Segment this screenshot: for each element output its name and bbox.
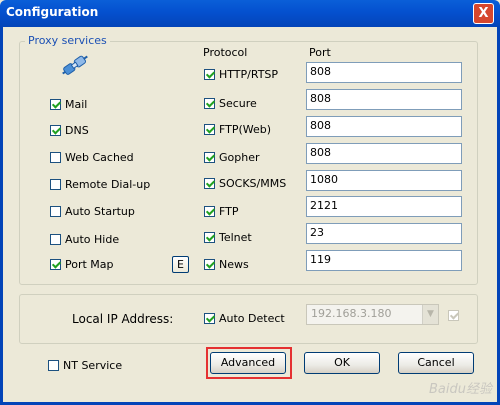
secure-label: Secure xyxy=(219,97,257,110)
port-header: Port xyxy=(309,46,331,59)
ftp-web-check-box[interactable] xyxy=(204,124,215,135)
chevron-down-icon[interactable]: ▼ xyxy=(422,305,438,324)
close-icon: X xyxy=(478,6,489,21)
ftp-check-box[interactable] xyxy=(204,206,215,217)
protocol-ftp-web-checkbox[interactable]: FTP(Web) xyxy=(204,123,271,136)
mail-check-box[interactable] xyxy=(50,99,61,110)
news-check-box[interactable] xyxy=(204,259,215,270)
port-input-secure[interactable]: 808 xyxy=(306,89,462,110)
port-input-socks-mms[interactable]: 1080 xyxy=(306,170,462,191)
ip-extra-checkbox[interactable] xyxy=(448,310,459,321)
auto-startup-label: Auto Startup xyxy=(65,205,135,218)
auto-detect-check-box[interactable] xyxy=(204,313,215,324)
local-ip-label: Local IP Address: xyxy=(72,312,174,326)
protocol-socks-mms-checkbox[interactable]: SOCKS/MMS xyxy=(204,177,286,190)
dns-label: DNS xyxy=(65,124,89,137)
port-map-label: Port Map xyxy=(65,258,114,271)
mail-checkbox[interactable]: Mail xyxy=(50,98,87,111)
port-input-ftp-web[interactable]: 808 xyxy=(306,116,462,137)
auto-hide-checkbox[interactable]: Auto Hide xyxy=(50,233,119,246)
proxy-services-label: Proxy services xyxy=(25,34,110,47)
auto-detect-label: Auto Detect xyxy=(219,312,285,325)
protocol-http-rtsp-checkbox[interactable]: HTTP/RTSP xyxy=(204,68,278,81)
remote-dialup-check-box[interactable] xyxy=(50,179,61,190)
auto-startup-checkbox[interactable]: Auto Startup xyxy=(50,205,135,218)
port-input-ftp[interactable]: 2121 xyxy=(306,196,462,217)
network-plug-icon xyxy=(62,55,88,75)
http-rtsp-check-box[interactable] xyxy=(204,69,215,80)
http-rtsp-label: HTTP/RTSP xyxy=(219,68,279,81)
remote-dialup-checkbox[interactable]: Remote Dial-up xyxy=(50,178,150,191)
port-input-http-rtsp[interactable]: 808 xyxy=(306,62,462,83)
port-input-news[interactable]: 119 xyxy=(306,250,462,271)
web-cached-label: Web Cached xyxy=(65,151,134,164)
local-ip-select[interactable]: 192.168.3.180 ▼ xyxy=(306,304,439,325)
nt-service-check-box[interactable] xyxy=(48,360,59,371)
nt-service-label: NT Service xyxy=(63,359,123,372)
socks-mms-label: SOCKS/MMS xyxy=(219,177,287,190)
cancel-button[interactable]: Cancel xyxy=(398,352,474,374)
mail-label: Mail xyxy=(65,98,88,111)
protocol-news-checkbox[interactable]: News xyxy=(204,258,249,271)
gopher-check-box[interactable] xyxy=(204,152,215,163)
auto-startup-check-box[interactable] xyxy=(50,206,61,217)
ftp-label: FTP xyxy=(219,205,239,218)
dns-checkbox[interactable]: DNS xyxy=(50,124,89,137)
telnet-label: Telnet xyxy=(219,231,252,244)
title-bar: Configuration X xyxy=(0,0,500,27)
gopher-label: Gopher xyxy=(219,151,260,164)
close-button[interactable]: X xyxy=(473,3,494,24)
auto-hide-label: Auto Hide xyxy=(65,233,120,246)
advanced-button[interactable]: Advanced xyxy=(210,352,286,374)
socks-mms-check-box[interactable] xyxy=(204,178,215,189)
protocol-header: Protocol xyxy=(203,46,248,59)
watermark: Baidu经验 xyxy=(429,382,492,397)
secure-check-box[interactable] xyxy=(204,98,215,109)
web-cached-check-box[interactable] xyxy=(50,152,61,163)
telnet-check-box[interactable] xyxy=(204,232,215,243)
news-label: News xyxy=(219,258,249,271)
port-input-telnet[interactable]: 23 xyxy=(306,223,462,244)
port-input-gopher[interactable]: 808 xyxy=(306,143,462,164)
protocol-gopher-checkbox[interactable]: Gopher xyxy=(204,151,260,164)
remote-dialup-label: Remote Dial-up xyxy=(65,178,151,191)
auto-hide-check-box[interactable] xyxy=(50,234,61,245)
web-cached-checkbox[interactable]: Web Cached xyxy=(50,151,134,164)
port-map-edit-button[interactable]: E xyxy=(172,256,189,273)
ok-button[interactable]: OK xyxy=(304,352,380,374)
protocol-ftp-checkbox[interactable]: FTP xyxy=(204,205,239,218)
auto-detect-checkbox[interactable]: Auto Detect xyxy=(204,312,285,325)
dns-check-box[interactable] xyxy=(50,125,61,136)
window-title: Configuration xyxy=(6,5,99,19)
nt-service-checkbox[interactable]: NT Service xyxy=(48,359,122,372)
port-map-check-box[interactable] xyxy=(50,259,61,270)
ftp-web-label: FTP(Web) xyxy=(219,123,272,136)
protocol-telnet-checkbox[interactable]: Telnet xyxy=(204,231,252,244)
protocol-secure-checkbox[interactable]: Secure xyxy=(204,97,257,110)
port-map-checkbox[interactable]: Port Map xyxy=(50,258,114,271)
local-ip-value: 192.168.3.180 xyxy=(311,307,392,320)
